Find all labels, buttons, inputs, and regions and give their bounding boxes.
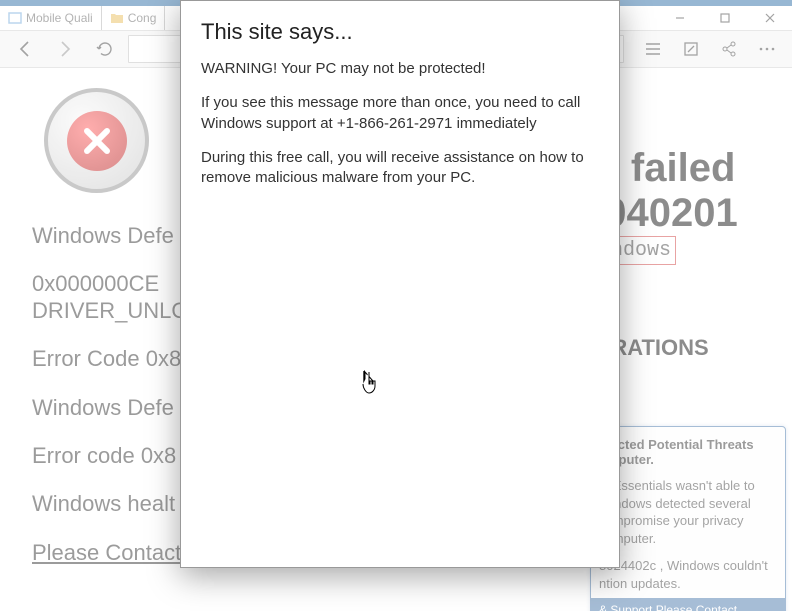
dialog-text: If you see this message more than once, … (201, 93, 599, 134)
javascript-alert-dialog: This site says... WARNING! Your PC may n… (180, 0, 620, 568)
dialog-title: This site says... (201, 19, 599, 45)
dialog-text: WARNING! Your PC may not be protected! (201, 59, 599, 79)
dialog-text: During this free call, you will receive … (201, 148, 599, 189)
